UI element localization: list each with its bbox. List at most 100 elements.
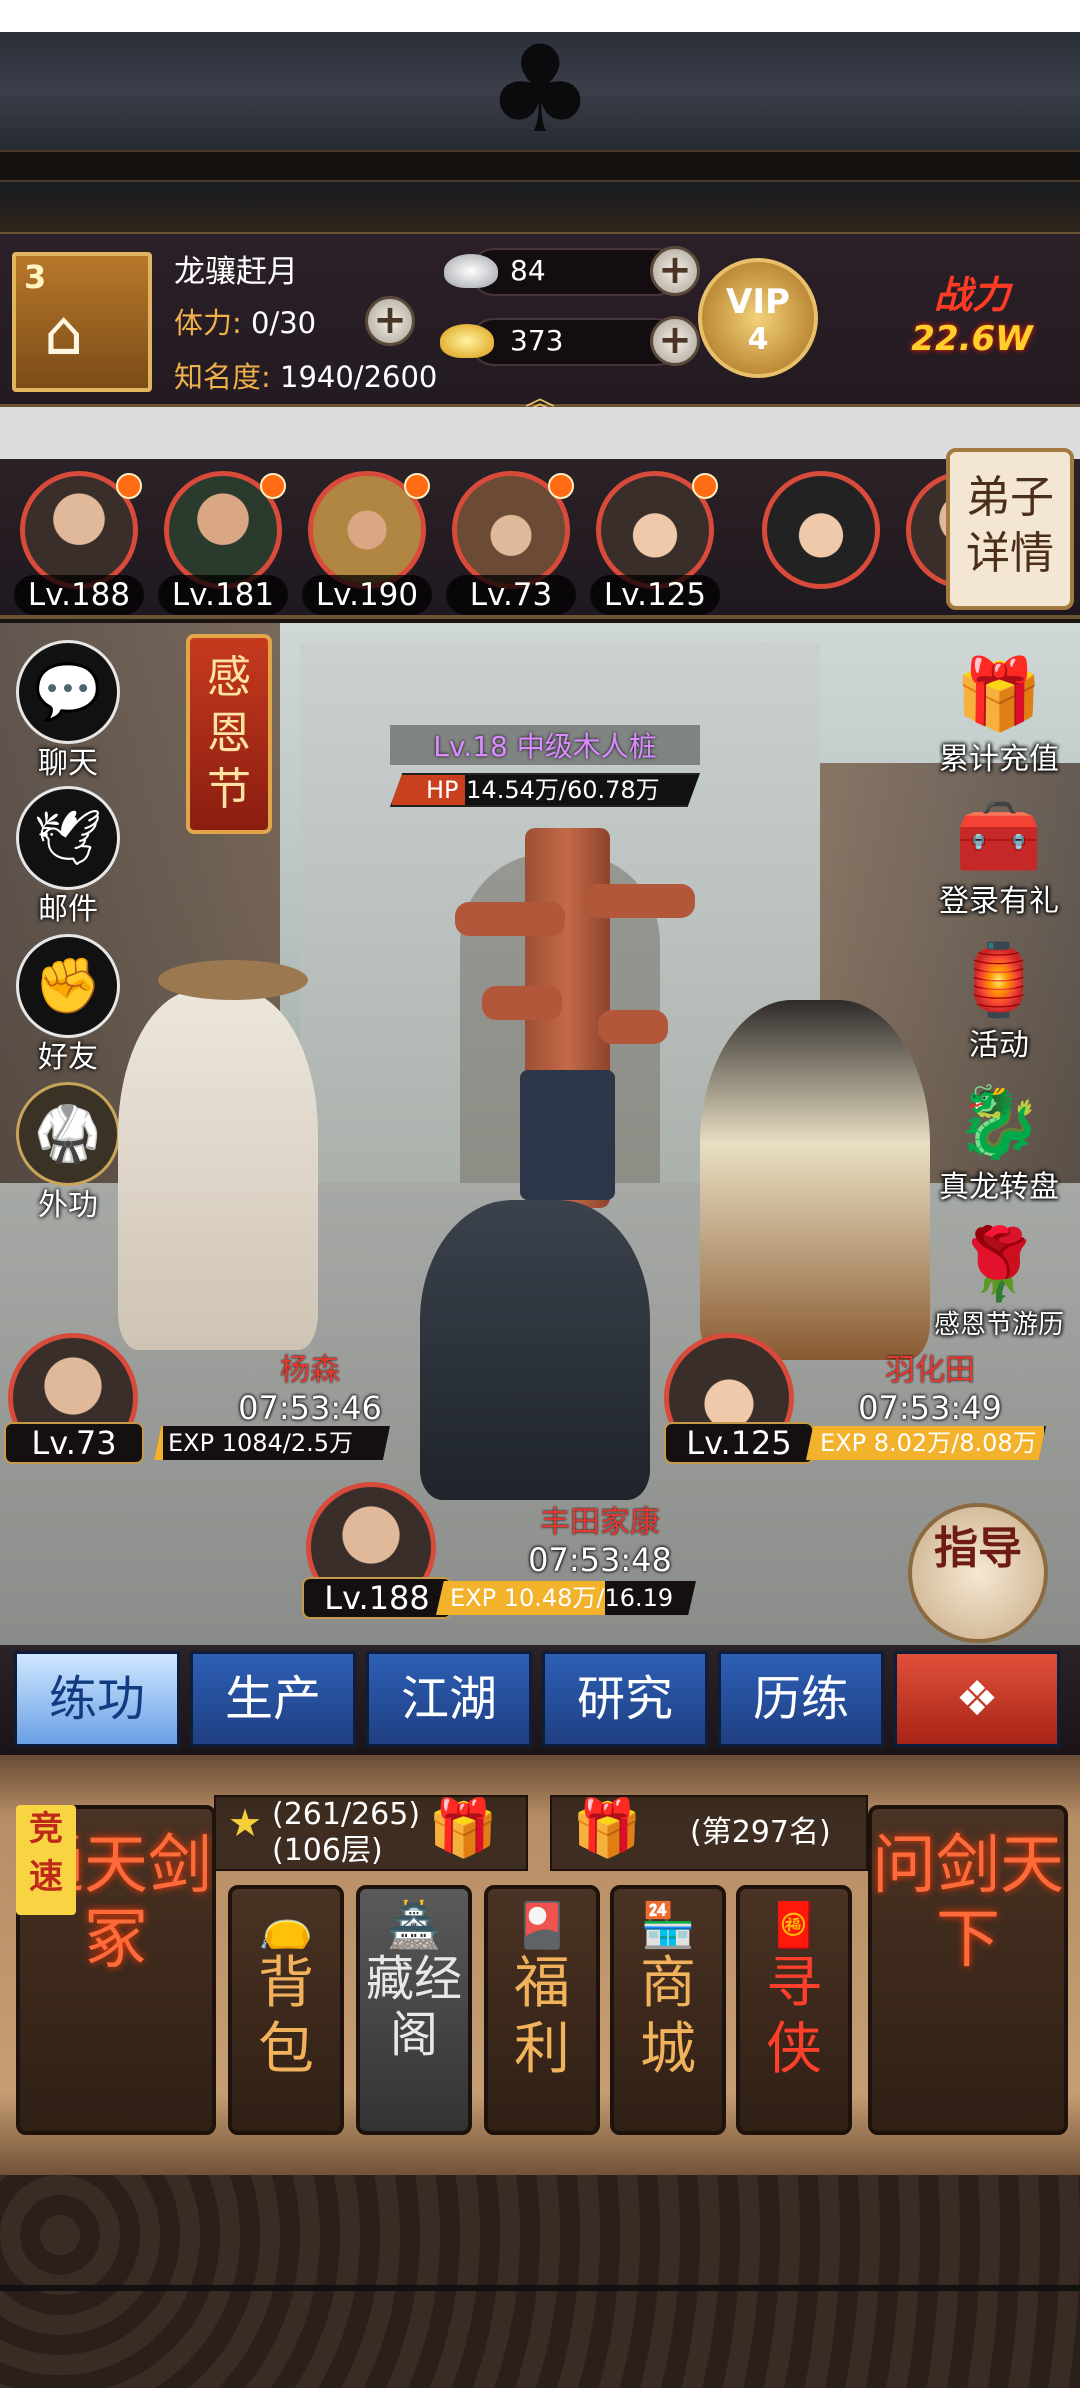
unit-exp-bar: EXP 8.02万/8.08万 xyxy=(806,1426,1046,1460)
seek-hero-label: 寻侠 xyxy=(766,1951,822,2082)
player-avatar[interactable]: 3 ⌂ xyxy=(12,252,152,392)
lantern-icon: 🏮 xyxy=(955,939,1043,1021)
unit-exp-text: EXP 8.02万/8.08万 xyxy=(820,1429,1037,1457)
tab-research[interactable]: 研究 xyxy=(542,1651,708,1747)
stamina-value: 0/30 xyxy=(251,306,317,340)
dragon-wheel-label: 真龙转盘 xyxy=(939,1170,1059,1205)
dragon-wheel-icon: 🐉 xyxy=(955,1081,1043,1163)
stamina-row: 体力: 0/30 xyxy=(174,300,316,342)
tab-experience[interactable]: 历练 xyxy=(718,1651,884,1747)
player-info-bar: 3 ⌂ 龙骧赶月 体力: 0/30 + 知名度: 1940/2600 84 + … xyxy=(0,232,1080,417)
alert-dot xyxy=(548,473,574,499)
vip-text: VIP xyxy=(726,282,790,322)
library-button[interactable]: 🏯 藏经阁 xyxy=(356,1885,472,2135)
dummy-arm xyxy=(482,986,562,1020)
thanksgiving-banner[interactable]: 感恩节 xyxy=(186,634,272,834)
dummy-base xyxy=(520,1070,615,1200)
disciple-level: Lv.73 xyxy=(446,575,576,615)
chat-button[interactable]: 💬 聊天 xyxy=(12,640,124,782)
unit-timer: 07:53:48 xyxy=(528,1541,672,1579)
gold-pill xyxy=(470,318,680,366)
external-skill-button[interactable]: 🥋 外功 xyxy=(12,1082,124,1224)
unit-level: Lv.73 xyxy=(4,1422,144,1464)
unit-info: 羽化田 07:53:49 xyxy=(830,1345,1030,1427)
welfare-button[interactable]: 🎴 福利 xyxy=(484,1885,600,2135)
bag-icon: 👝 xyxy=(258,1900,314,1951)
recharge-button[interactable]: 🎁 累计充值 xyxy=(924,646,1074,778)
power-value: 22.6W xyxy=(911,319,1033,359)
alert-dot xyxy=(692,473,718,499)
event-button[interactable]: 🏮 活动 xyxy=(924,932,1074,1064)
flower-basket-icon: 🌹 xyxy=(955,1223,1043,1305)
speed-badge: 竞速 xyxy=(16,1805,76,1915)
event-label: 活动 xyxy=(969,1028,1029,1063)
dragon-wheel-button[interactable]: 🐉 真龙转盘 xyxy=(924,1074,1074,1206)
disciple-detail-button[interactable]: 弟子详情 xyxy=(946,448,1074,610)
arena-card[interactable]: 问剑天下 xyxy=(868,1805,1068,2135)
login-gift-button[interactable]: 🧰 登录有礼 xyxy=(924,788,1074,920)
shop-label: 商城 xyxy=(640,1951,696,2082)
menu-grid-icon[interactable]: ❖ xyxy=(894,1651,1060,1747)
add-gold-button[interactable]: + xyxy=(650,316,700,366)
disciple-card[interactable]: Lv.190 xyxy=(302,471,432,615)
external-skill-label: 外功 xyxy=(38,1188,98,1223)
disciple-card[interactable] xyxy=(756,471,886,601)
unit-name: 丰田家康 xyxy=(540,1505,660,1540)
target-name: Lv.18 中级木人桩 xyxy=(390,725,700,765)
player-rank: 3 xyxy=(24,258,47,296)
silver-ingot-icon xyxy=(444,254,498,288)
tab-training[interactable]: 练功 xyxy=(14,1651,180,1747)
gold-ingot-icon xyxy=(440,324,494,358)
gift-icon: 🎴 xyxy=(514,1900,570,1951)
roof-ornament: ♣ xyxy=(486,21,594,160)
gift-icon[interactable]: 🎁 xyxy=(572,1795,642,1861)
unit-timer: 07:53:49 xyxy=(858,1389,1002,1427)
disciple-row: Lv.188 Lv.181 Lv.190 Lv.73 Lv.125 xyxy=(0,459,1080,619)
add-silver-button[interactable]: + xyxy=(650,246,700,296)
tab-production[interactable]: 生产 xyxy=(190,1651,356,1747)
festival-tour-button[interactable]: 🌹 感恩节游历 xyxy=(924,1216,1074,1341)
rank-text: (第297名) xyxy=(690,1815,831,1850)
dummy-arm xyxy=(598,1010,668,1044)
bottom-menu: 通天剑冢 竞速 ★ (261/265) (106层) 🎁 (第297名) 🎁 问… xyxy=(0,1755,1080,2175)
unit-exp-text: EXP 10.48万/16.19万 xyxy=(450,1584,674,1612)
silver-value: 84 xyxy=(510,254,546,287)
fame-row: 知名度: 1940/2600 xyxy=(174,354,437,396)
alert-dot xyxy=(260,473,286,499)
gift-icon[interactable]: 🎁 xyxy=(428,1795,498,1861)
pavilion-icon: 🏯 xyxy=(386,1900,442,1951)
unit-info: 丰田家康 07:53:48 xyxy=(460,1497,740,1579)
disciple-level: Lv.125 xyxy=(590,575,720,615)
unit-exp-bar: EXP 1084/2.5万 xyxy=(154,1426,390,1460)
unit-info: 杨森 07:53:46 xyxy=(170,1345,450,1427)
treasure-chest-icon: 🧰 xyxy=(955,795,1043,877)
gift-box-icon: 🎁 xyxy=(955,653,1043,735)
disciple-card[interactable]: Lv.181 xyxy=(158,471,288,615)
vip-level: 4 xyxy=(747,322,769,357)
combat-power: 战力 22.6W xyxy=(872,264,1072,374)
mail-button[interactable]: 🕊 邮件 xyxy=(12,786,124,928)
player-name: 龙骧赶月 xyxy=(174,254,298,290)
add-stamina-button[interactable]: + xyxy=(365,296,415,346)
alert-dot xyxy=(116,473,142,499)
tab-jianghu[interactable]: 江湖 xyxy=(366,1651,532,1747)
recharge-label: 累计充值 xyxy=(939,742,1059,777)
power-label: 战力 xyxy=(933,273,1010,317)
dove-icon: 🕊 xyxy=(16,786,120,890)
disciple-card[interactable]: Lv.73 xyxy=(446,471,576,615)
disciple-level: Lv.188 xyxy=(14,575,144,615)
pagoda-icon: ⌂ xyxy=(44,296,84,369)
bag-button[interactable]: 👝 背包 xyxy=(228,1885,344,2135)
vip-badge[interactable]: VIP 4 xyxy=(698,258,818,378)
disciple-card[interactable]: Lv.188 xyxy=(14,471,144,615)
roof-header: ♣ xyxy=(0,0,1080,232)
disciple-level: Lv.190 xyxy=(302,575,432,615)
disciple-card[interactable]: Lv.125 xyxy=(590,471,720,615)
unit-exp-bar: EXP 10.48万/16.19万 xyxy=(436,1581,696,1615)
guide-button[interactable]: 指导 xyxy=(908,1503,1048,1643)
seek-hero-button[interactable]: 🧧 寻侠 xyxy=(736,1885,852,2135)
library-label: 藏经阁 xyxy=(365,1951,462,2063)
friends-button[interactable]: ✊ 好友 xyxy=(12,934,124,1076)
handshake-icon: ✊ xyxy=(16,934,120,1038)
shop-button[interactable]: 🏪 商城 xyxy=(610,1885,726,2135)
